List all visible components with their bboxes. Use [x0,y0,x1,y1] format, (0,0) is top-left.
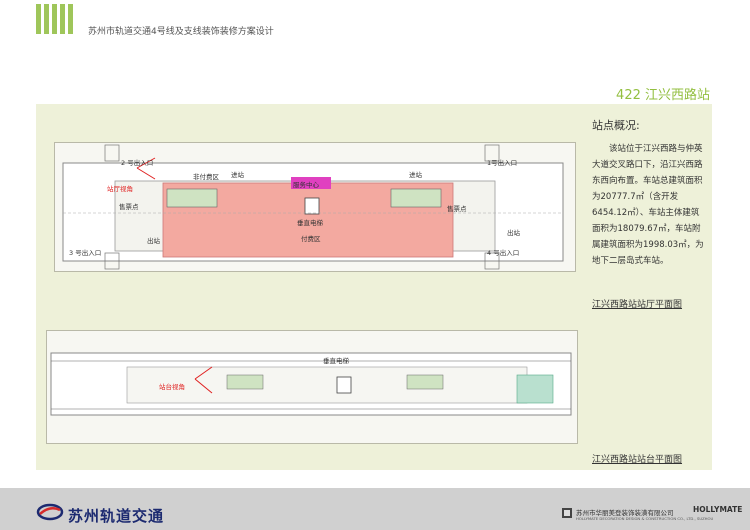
header-stripes-logo [36,4,76,34]
logo-text: 苏州轨道交通 [68,507,165,525]
platform-plan-drawing [50,352,572,416]
label-enter-right: 进站 [409,171,422,179]
station-title: 422 江兴西路站 [616,88,710,103]
platform-plan: 站台视角 垂直电梯 [46,330,578,444]
company-logo-icon [562,508,572,518]
page: { "header": { "document_title": "苏州市轨道交通… [0,0,750,530]
label-entrance-3: 3 号出入口 [69,249,102,257]
overview-text: 该站位于江兴西路与仲英大道交叉路口下，沿江兴西路东西向布置。车站总建筑面积为20… [592,144,704,266]
label-paid-area: 付费区 [301,235,321,243]
company-name-en: HOLLYMATE DECORATION DESIGN & CONSTRUCTI… [576,516,714,521]
label-entrance-1: 1号出入口 [487,159,518,167]
concourse-plan-caption: 江兴西路站站厅平面图 [592,300,683,310]
concourse-plan: 2 号出入口 1号出入口 3 号出入口 4 号出入口 站厅视角 非付费区 付费区… [54,142,576,272]
label-entrance-4: 4 号出入口 [487,249,520,257]
label-service-center: 服务中心 [293,181,319,189]
label-concourse-view: 站厅视角 [107,185,133,193]
label-entrance-2: 2 号出入口 [121,159,154,167]
label-unpaid-area: 非付费区 [193,173,219,181]
label-enter-left: 进站 [231,171,244,179]
label-elevator-platform: 垂直电梯 [323,357,349,365]
brand-text: HOLLYMATE [693,505,743,514]
overview-heading: 站点概况: [592,119,640,132]
platform-plan-caption: 江兴西路站站台平面图 [592,455,683,465]
label-elevator-concourse: 垂直电梯 [297,219,323,227]
label-platform-view: 站台视角 [159,383,185,391]
suzhou-rail-logo-icon [36,503,64,521]
label-exit-right: 出站 [507,229,520,237]
document-title: 苏州市轨道交通4号线及支线装饰装修方案设计 [88,27,274,37]
label-ticket-left: 售票点 [119,203,139,211]
label-exit-left: 出站 [147,237,160,245]
label-ticket-right: 售票点 [447,205,467,213]
